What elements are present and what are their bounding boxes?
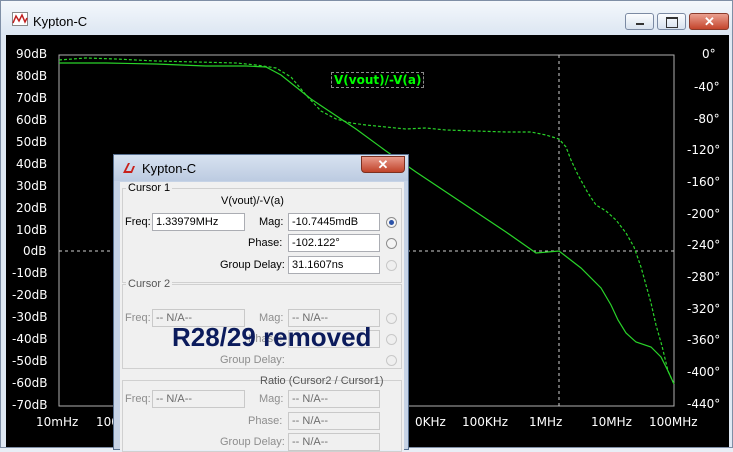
cursor1-group-delay-field[interactable]: 31.1607ns xyxy=(288,256,380,274)
y-tick-label: -40dB xyxy=(12,332,48,346)
y-tick-label: 0dB xyxy=(23,244,47,258)
y-tick-label: -50dB xyxy=(12,354,48,368)
phase-tick-label: -160° xyxy=(687,175,721,189)
cursor2-group-label: Cursor 2 xyxy=(126,278,173,290)
y-tick-label: 20dB xyxy=(16,201,48,215)
y-tick-label: 30dB xyxy=(16,179,48,193)
close-button[interactable]: ✕ xyxy=(689,13,729,30)
x-tick-label: 10mHz xyxy=(36,415,79,429)
cursor2-mag-radio[interactable] xyxy=(386,313,397,324)
y-tick-label: -20dB xyxy=(12,288,48,302)
ratio-mag-field[interactable]: -- N/A-- xyxy=(288,390,380,408)
phase-tick-label: 0° xyxy=(702,47,716,61)
cursor2-phase-radio[interactable] xyxy=(386,334,397,345)
cursor1-mag-radio[interactable] xyxy=(386,217,397,228)
waveform-app-icon xyxy=(12,12,28,26)
x-tick-label: 0KHz xyxy=(415,415,446,429)
close-icon: ✕ xyxy=(377,157,389,172)
cursor2-group-delay-radio[interactable] xyxy=(386,355,397,366)
y-tick-label: 70dB xyxy=(16,91,48,105)
cursor2-group-delay-label: Group Delay: xyxy=(220,354,285,366)
y-tick-label: -30dB xyxy=(12,310,48,324)
dialog-title-bar[interactable]: Kypton-C ✕ xyxy=(114,155,408,181)
y-tick-label: 10dB xyxy=(16,223,48,237)
dialog-body: Cursor 1 V(vout)/-V(a) Freq: 1.33979MHz … xyxy=(120,182,404,452)
ratio-mag-label: Mag: xyxy=(259,393,284,405)
cursor1-phase-radio[interactable] xyxy=(386,238,397,249)
ratio-group-delay-field[interactable]: -- N/A-- xyxy=(288,433,380,451)
y-tick-label: 60dB xyxy=(16,113,48,127)
ratio-group-label: Ratio (Cursor2 / Cursor1) xyxy=(260,375,384,387)
ratio-group-delay-label: Group Delay: xyxy=(220,436,285,448)
maximize-button[interactable] xyxy=(657,13,686,30)
cursor2-freq-label: Freq: xyxy=(125,312,151,324)
cursor1-group-delay-radio[interactable] xyxy=(386,260,397,271)
phase-tick-label: -280° xyxy=(687,270,721,284)
phase-tick-label: -360° xyxy=(687,333,721,347)
dialog-close-button[interactable]: ✕ xyxy=(361,156,405,173)
y-tick-label: 50dB xyxy=(16,135,48,149)
ratio-phase-label: Phase: xyxy=(248,415,283,427)
y-tick-label: 40dB xyxy=(16,157,48,171)
ltspice-logo-icon xyxy=(123,163,135,173)
cursor1-phase-label: Phase: xyxy=(248,237,283,249)
cursor1-phase-field[interactable]: -102.122° xyxy=(288,234,380,252)
phase-tick-label: -400° xyxy=(687,365,721,379)
dialog-title: Kypton-C xyxy=(142,161,197,176)
cursor1-expression: V(vout)/-V(a) xyxy=(221,195,284,207)
ratio-freq-label: Freq: xyxy=(125,393,151,405)
cursor1-group-delay-label: Group Delay: xyxy=(220,259,285,271)
x-tick-label: 1MHz xyxy=(529,415,563,429)
close-icon: ✕ xyxy=(704,14,715,29)
window-title: Kypton-C xyxy=(33,14,88,29)
ratio-freq-field[interactable]: -- N/A-- xyxy=(152,390,245,408)
maximize-icon xyxy=(666,17,678,28)
ratio-phase-field[interactable]: -- N/A-- xyxy=(288,412,380,430)
phase-tick-label: -80° xyxy=(694,112,720,126)
cursor1-mag-field[interactable]: -10.7445mdB xyxy=(288,213,380,231)
minimize-icon xyxy=(636,23,644,25)
cursor1-mag-label: Mag: xyxy=(259,216,284,228)
phase-tick-label: -320° xyxy=(687,302,721,316)
phase-tick-label: -440° xyxy=(687,397,721,411)
trace-title[interactable]: V(vout)/-V(a) xyxy=(331,72,425,88)
y-tick-label: 80dB xyxy=(16,69,48,83)
title-bar[interactable]: Kypton-C ✕ xyxy=(1,1,732,35)
x-tick-label: 10MHz xyxy=(591,415,632,429)
x-tick-label: 100KHz xyxy=(462,415,509,429)
annotation-overlay-text: R28/29 removed xyxy=(172,322,372,352)
phase-tick-label: -40° xyxy=(694,80,720,94)
minimize-button[interactable] xyxy=(625,13,654,30)
y-tick-label: -70dB xyxy=(12,398,48,412)
cursor1-group-label: Cursor 1 xyxy=(126,182,173,194)
y-tick-label: -10dB xyxy=(12,266,48,280)
cursor1-freq-field[interactable]: 1.33979MHz xyxy=(152,213,245,231)
y-tick-label: -60dB xyxy=(12,376,48,390)
cursor-dialog: Kypton-C ✕ Cursor 1 V(vout)/-V(a) Freq: … xyxy=(113,154,409,452)
phase-tick-label: -200° xyxy=(687,207,721,221)
y-tick-label: 90dB xyxy=(16,47,48,61)
x-tick-label: 100MHz xyxy=(649,415,698,429)
phase-tick-label: -240° xyxy=(687,238,721,252)
cursor1-freq-label: Freq: xyxy=(125,216,151,228)
phase-tick-label: -120° xyxy=(687,143,721,157)
